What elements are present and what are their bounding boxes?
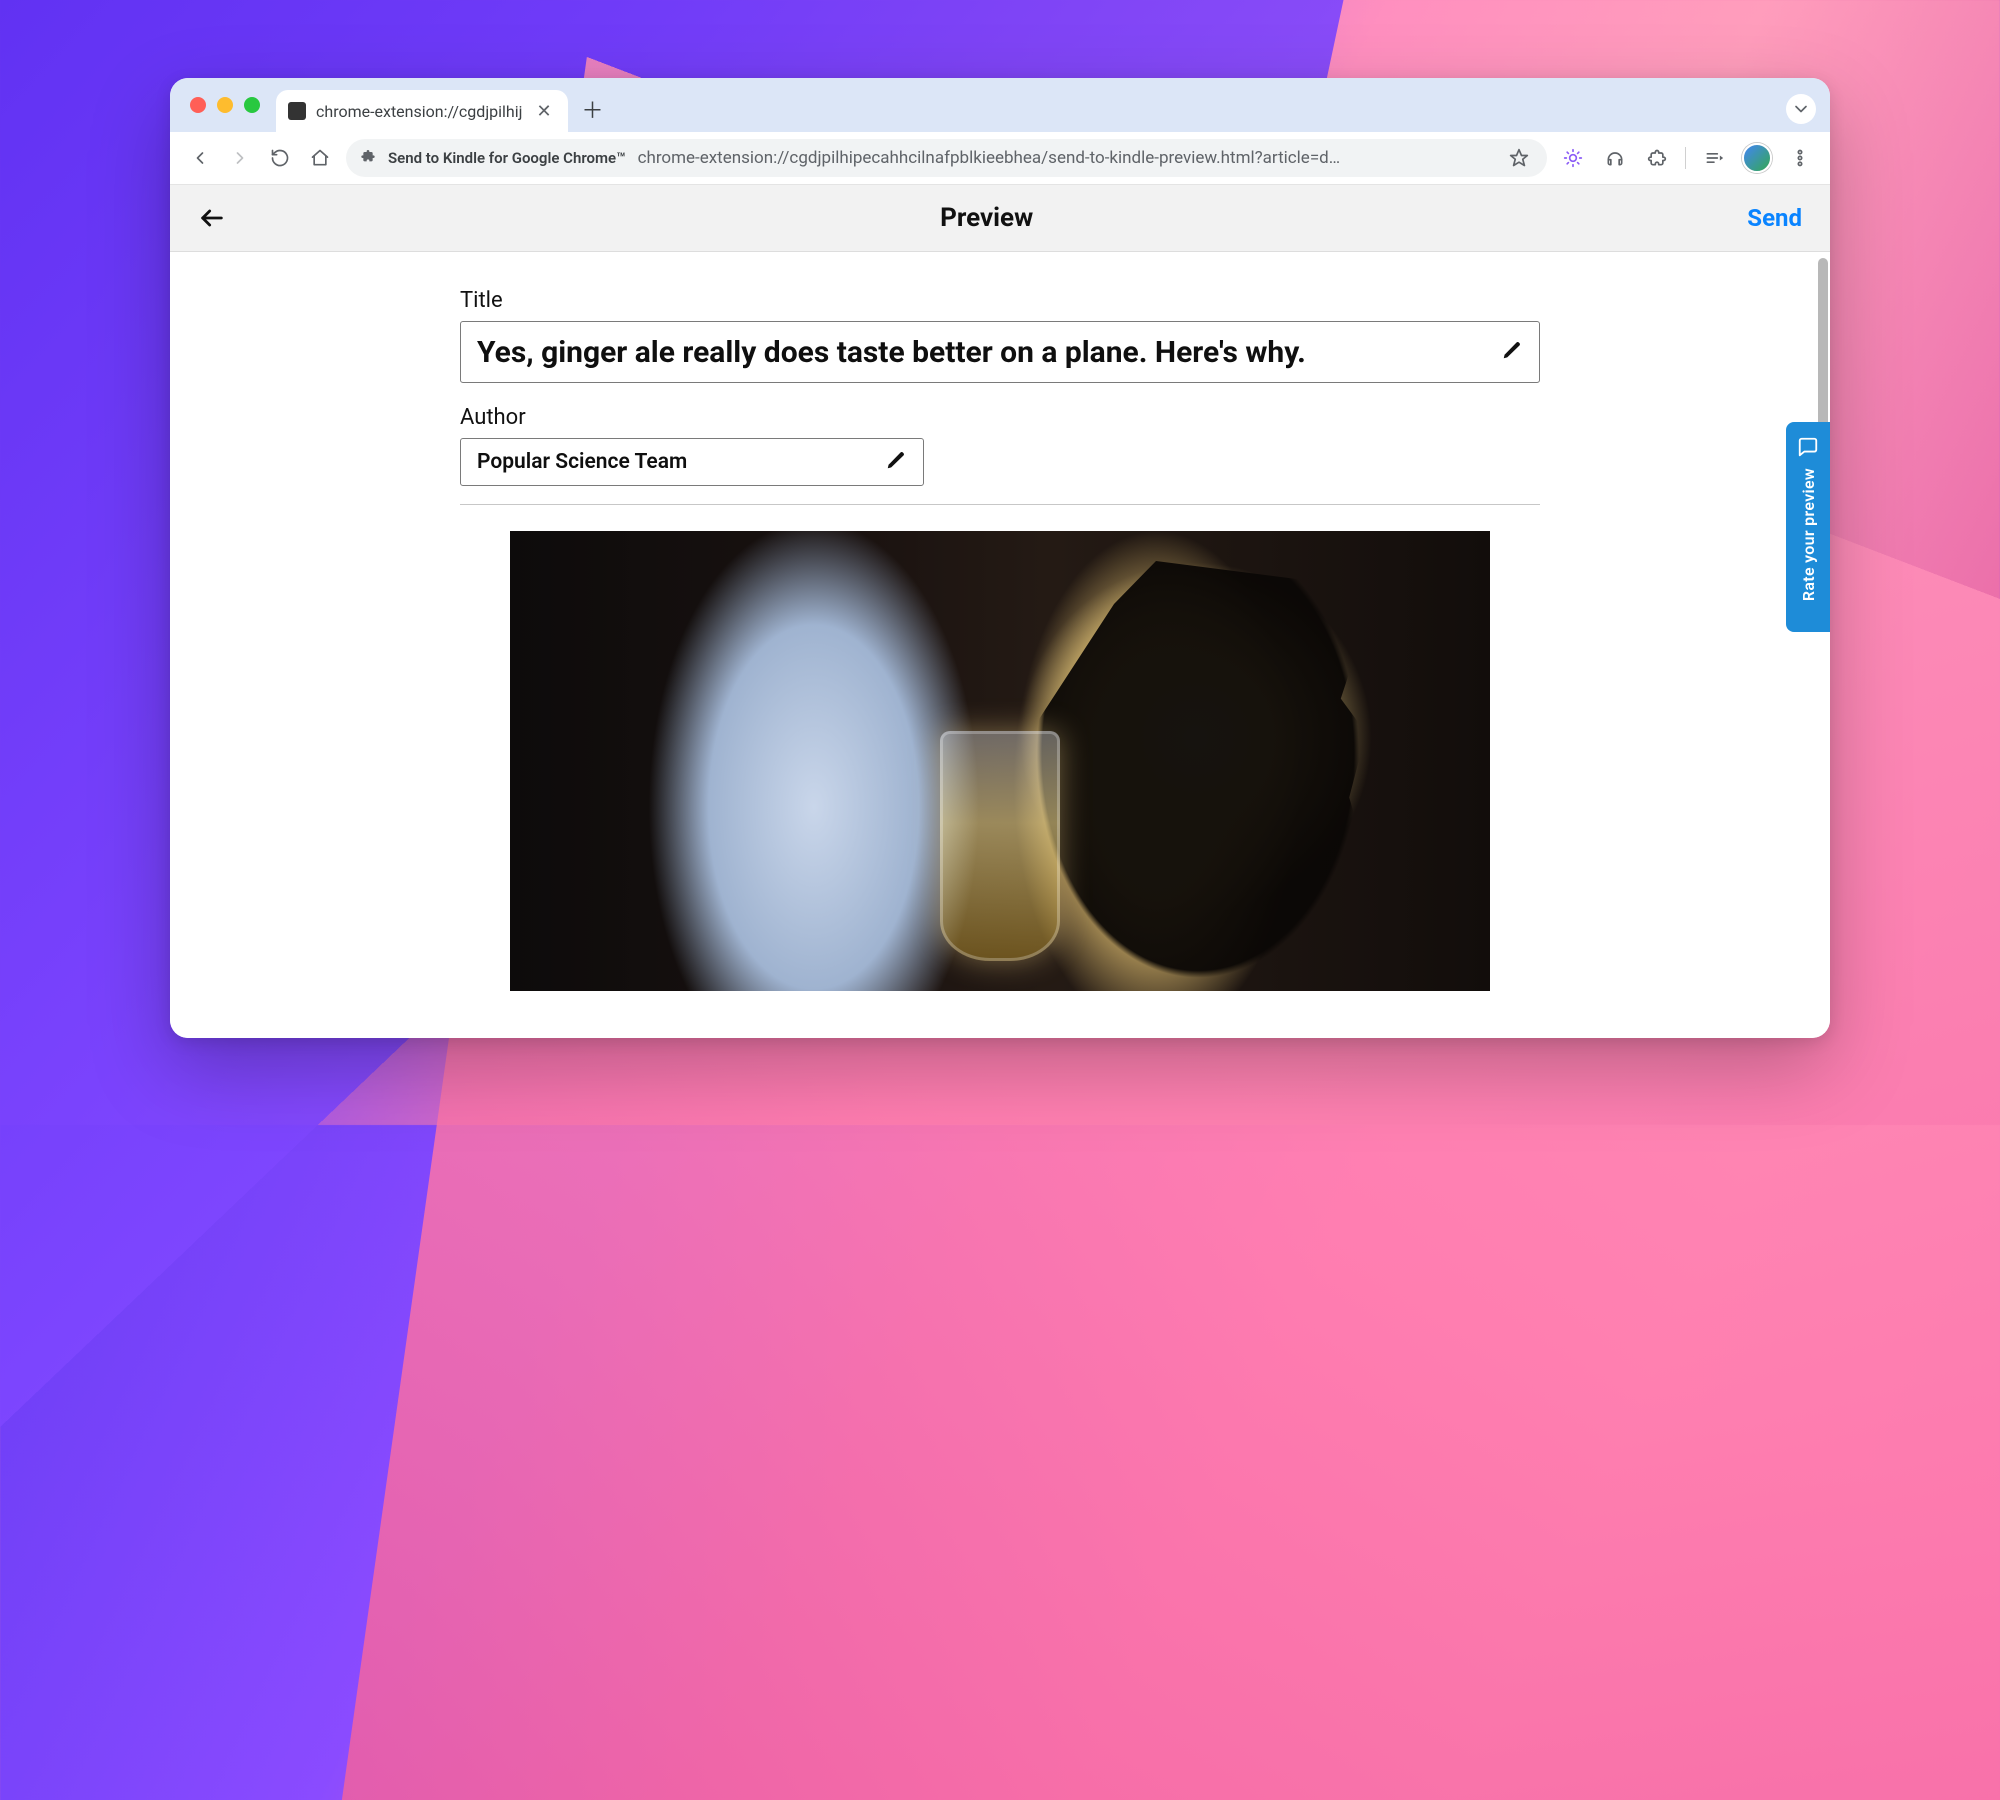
browser-window: chrome-extension://cgdjpilhij ✕ ＋ Send t… (170, 78, 1830, 1038)
browser-tab[interactable]: chrome-extension://cgdjpilhij ✕ (276, 90, 568, 132)
toolbar-divider (1685, 147, 1686, 169)
article-form: Title Yes, ginger ale really does taste … (460, 252, 1540, 1038)
nav-back-button[interactable] (186, 144, 214, 172)
extension-name-chip: Send to Kindle for Google Chrome™ (388, 149, 626, 167)
title-label: Title (460, 288, 1540, 313)
tabs-dropdown-button[interactable] (1786, 94, 1816, 124)
window-minimize-button[interactable] (217, 97, 233, 113)
profile-avatar-button[interactable] (1742, 143, 1772, 173)
feedback-label: Rate your preview (1799, 468, 1818, 601)
title-input-value: Yes, ginger ale really does taste better… (477, 335, 1489, 370)
preview-content: Title Yes, ginger ale really does taste … (170, 252, 1830, 1038)
extension-pinned-icon-1[interactable] (1559, 144, 1587, 172)
tab-close-button[interactable]: ✕ (532, 99, 555, 124)
tab-favicon (288, 102, 306, 120)
window-close-button[interactable] (190, 97, 206, 113)
bookmark-star-button[interactable] (1505, 144, 1533, 172)
preview-header: Preview Send (170, 185, 1830, 252)
nav-reload-button[interactable] (266, 144, 294, 172)
window-controls (184, 78, 268, 132)
extension-icon (360, 148, 376, 168)
edit-author-icon[interactable] (885, 449, 907, 475)
title-input[interactable]: Yes, ginger ale really does taste better… (460, 321, 1540, 383)
toolbar-right-icons (1559, 143, 1814, 173)
nav-forward-button[interactable] (226, 144, 254, 172)
media-control-button[interactable] (1700, 144, 1728, 172)
chrome-menu-button[interactable] (1786, 144, 1814, 172)
tab-title: chrome-extension://cgdjpilhij (316, 102, 522, 121)
browser-toolbar: Send to Kindle for Google Chrome™ chrome… (170, 132, 1830, 185)
feedback-tab[interactable]: Rate your preview (1786, 422, 1830, 632)
address-bar[interactable]: Send to Kindle for Google Chrome™ chrome… (346, 139, 1547, 177)
nav-home-button[interactable] (306, 144, 334, 172)
new-tab-button[interactable]: ＋ (576, 92, 610, 126)
extension-pinned-icon-2[interactable] (1601, 144, 1629, 172)
edit-title-icon[interactable] (1501, 339, 1523, 365)
feedback-icon (1797, 436, 1819, 458)
address-bar-url: chrome-extension://cgdjpilhipecahhcilnaf… (638, 148, 1487, 168)
preview-send-button[interactable]: Send (1747, 204, 1802, 232)
browser-tabstrip: chrome-extension://cgdjpilhij ✕ ＋ (170, 78, 1830, 132)
article-hero-image (510, 531, 1490, 991)
preview-header-title: Preview (226, 203, 1747, 233)
extensions-button[interactable] (1643, 144, 1671, 172)
article-divider (460, 504, 1540, 505)
window-zoom-button[interactable] (244, 97, 260, 113)
hero-silhouette (1030, 561, 1450, 991)
author-input-value: Popular Science Team (477, 450, 873, 474)
author-label: Author (460, 405, 1540, 430)
preview-back-button[interactable] (198, 204, 226, 232)
author-input[interactable]: Popular Science Team (460, 438, 924, 486)
